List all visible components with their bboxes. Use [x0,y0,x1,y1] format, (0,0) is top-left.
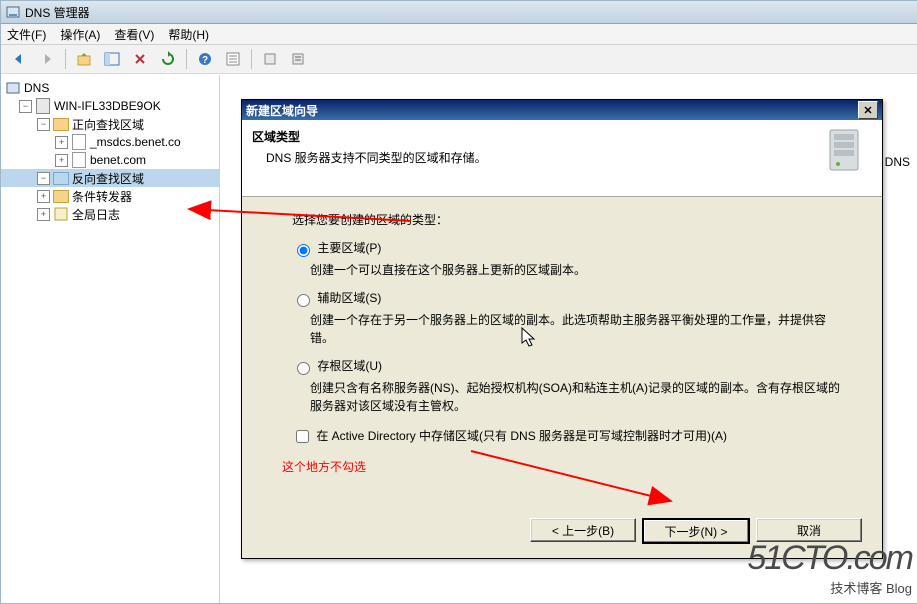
svg-text:?: ? [202,55,208,66]
dialog-body: 选择您要创建的区域的类型： 主要区域(P) 创建一个可以直接在这个服务器上更新的… [242,197,882,476]
dialog-title: 新建区域向导 [246,102,318,119]
tree-fwd-zone-2[interactable]: + benet.com [1,151,219,169]
properties-button[interactable] [221,47,245,71]
menu-view[interactable]: 查看(V) [114,26,154,43]
titlebar: DNS 管理器 [1,1,917,24]
expand-icon[interactable]: + [55,136,68,149]
tree-global-log[interactable]: + 全局日志 [1,205,219,223]
close-button[interactable]: ✕ [858,101,878,119]
dialog-titlebar: 新建区域向导 ✕ [242,100,882,120]
dialog-header: 区域类型 DNS 服务器支持不同类型的区域和存储。 [242,120,882,197]
header-desc: DNS 服务器支持不同类型的区域和存储。 [266,149,816,166]
delete-button[interactable] [128,47,152,71]
filter-button[interactable] [258,47,282,71]
up-button[interactable] [72,47,96,71]
list-button[interactable] [286,47,310,71]
option-stub[interactable]: 存根区域(U) [292,357,842,375]
option-primary[interactable]: 主要区域(P) [292,239,842,257]
main-window: DNS 管理器 文件(F) 操作(A) 查看(V) 帮助(H) ? DNS [0,0,917,604]
server-icon [35,98,51,114]
log-icon [53,206,69,222]
window-title: DNS 管理器 [25,4,90,21]
separator [186,49,187,69]
back-button[interactable] [7,47,31,71]
menu-file[interactable]: 文件(F) [7,26,46,43]
collapse-icon[interactable]: − [37,118,50,131]
tree-fwd-zone-1[interactable]: + _msdcs.benet.co [1,133,219,151]
next-button[interactable]: 下一步(N) > [642,518,750,544]
zone-icon [71,152,87,168]
tree-log-label: 全局日志 [72,206,120,223]
menubar: 文件(F) 操作(A) 查看(V) 帮助(H) [1,24,917,45]
forward-button[interactable] [35,47,59,71]
expand-icon[interactable]: + [37,208,50,221]
cancel-button[interactable]: 取消 [756,518,862,542]
tree-root[interactable]: DNS [1,79,219,97]
option-stub-label: 存根区域(U) [317,359,382,373]
tree-fwd-label: 正向查找区域 [72,116,144,133]
tree-server[interactable]: − WIN-IFL33DBE9OK [1,97,219,115]
help-button[interactable]: ? [193,47,217,71]
folder-open-icon [53,170,69,186]
radio-primary[interactable] [297,244,310,257]
option-secondary-label: 辅助区域(S) [317,291,381,305]
new-zone-wizard-dialog: 新建区域向导 ✕ 区域类型 DNS 服务器支持不同类型的区域和存储。 选择您要创… [241,99,883,559]
expand-icon[interactable]: + [37,190,50,203]
tree-fwd1-label: _msdcs.benet.co [90,135,181,149]
tree-fwd-zones[interactable]: − 正向查找区域 [1,115,219,133]
annotation-text: 这个地方不勾选 [282,458,842,476]
option-primary-label: 主要区域(P) [317,241,381,255]
option-stub-desc: 创建只含有名称服务器(NS)、起始授权机构(SOA)和粘连主机(A)记录的区域的… [310,379,842,415]
dns-icon [5,80,21,96]
tree-cond-forwarders[interactable]: + 条件转发器 [1,187,219,205]
header-title: 区域类型 [252,128,816,145]
refresh-button[interactable] [156,47,180,71]
option-secondary-desc: 创建一个存在于另一个服务器上的区域的副本。此选项帮助主服务器平衡处理的工作量，并… [310,311,842,347]
checkbox-ad-store-label: 在 Active Directory 中存储区域(只有 DNS 服务器是可写域控… [316,429,727,443]
collapse-icon[interactable]: − [37,172,50,185]
tree-rev-zones[interactable]: − 反向查找区域 [1,169,219,187]
server-image [816,128,872,172]
checkbox-ad-store[interactable]: 在 Active Directory 中存储区域(只有 DNS 服务器是可写域控… [292,427,842,446]
folder-icon [53,116,69,132]
separator [65,49,66,69]
radio-secondary[interactable] [297,294,310,307]
tree-cond-label: 条件转发器 [72,188,132,205]
expand-icon[interactable]: + [55,154,68,167]
app-icon [5,4,21,20]
content-header: DNS [885,155,910,169]
option-primary-desc: 创建一个可以直接在这个服务器上更新的区域副本。 [310,261,842,279]
checkbox-ad-store-input[interactable] [296,430,309,443]
tree-fwd2-label: benet.com [90,153,146,167]
separator [251,49,252,69]
tree-pane[interactable]: DNS − WIN-IFL33DBE9OK − 正向查找区域 + _msdcs.… [1,75,220,603]
show-hide-tree-button[interactable] [100,47,124,71]
toolbar: ? [1,45,917,74]
tree-rev-label: 反向查找区域 [72,170,144,187]
prompt-text: 选择您要创建的区域的类型： [292,211,842,229]
menu-help[interactable]: 帮助(H) [168,26,209,43]
zone-icon [71,134,87,150]
folder-icon [53,188,69,204]
dialog-buttons: < 上一步(B) 下一步(N) > 取消 [530,518,862,544]
menu-action[interactable]: 操作(A) [60,26,100,43]
back-button[interactable]: < 上一步(B) [530,518,636,542]
collapse-icon[interactable]: − [19,100,32,113]
radio-stub[interactable] [297,362,310,375]
tree-root-label: DNS [24,81,49,95]
option-secondary[interactable]: 辅助区域(S) [292,289,842,307]
tree-server-label: WIN-IFL33DBE9OK [54,99,161,113]
